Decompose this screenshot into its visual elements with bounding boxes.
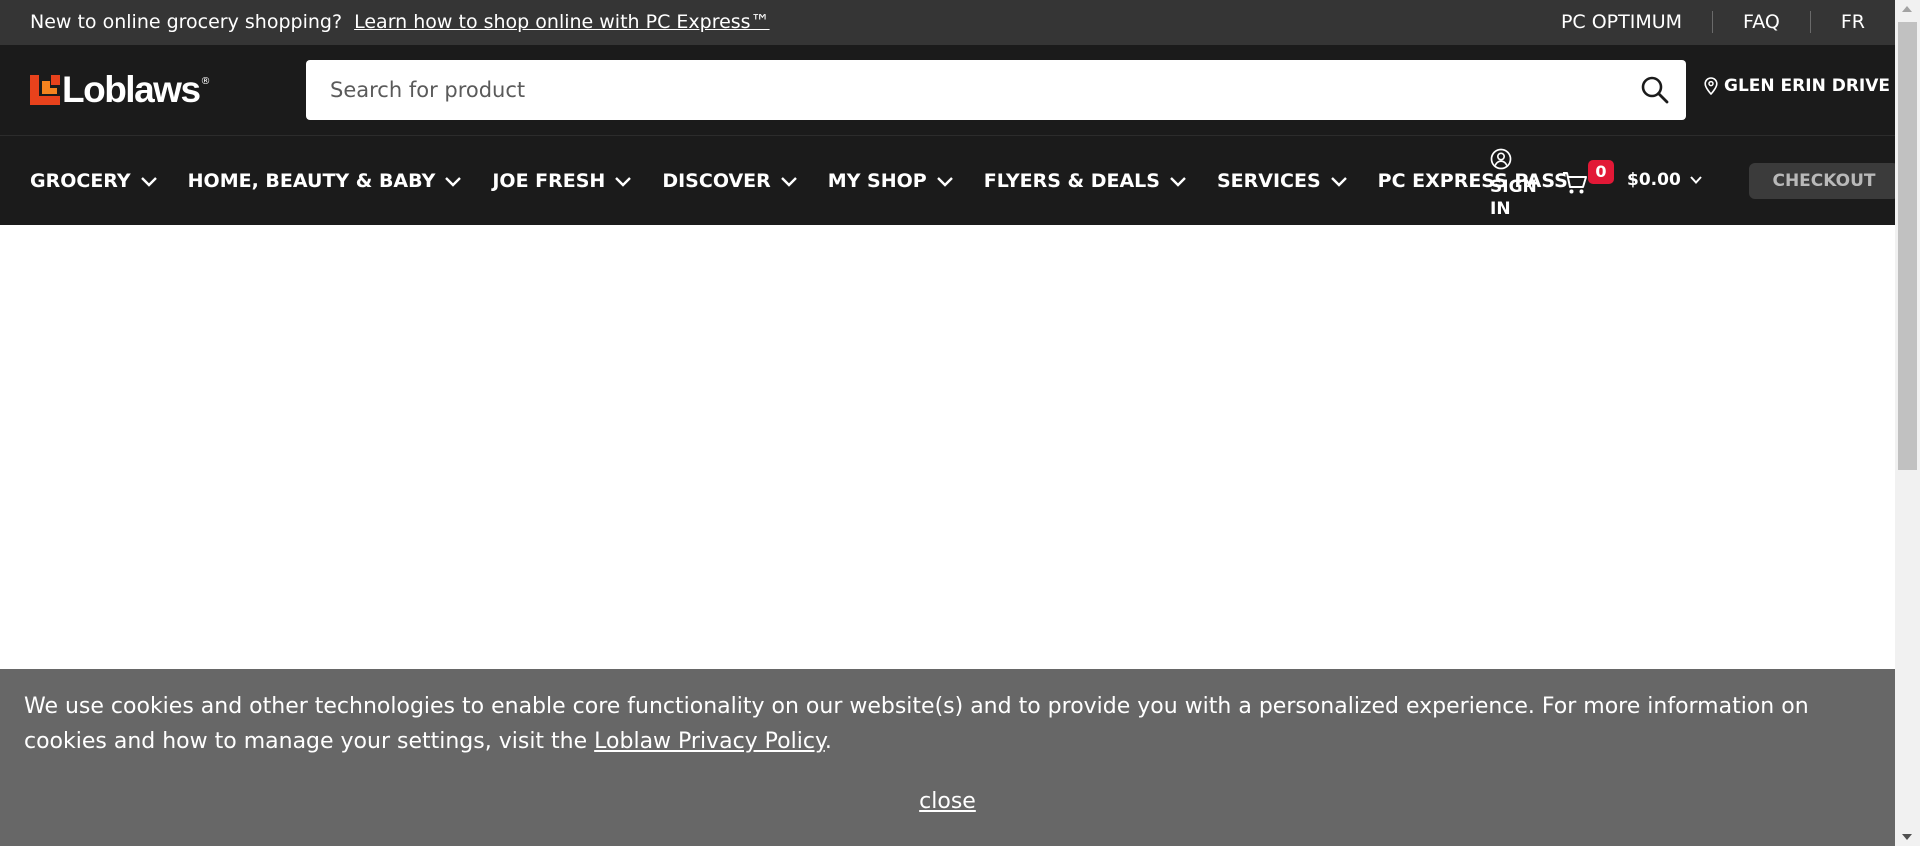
search-bar [306,60,1686,120]
chevron-down-icon [780,176,797,187]
logo-wordmark: Loblaws [62,69,201,110]
nav-item-joe-fresh[interactable]: JOE FRESH [492,170,632,192]
divider [1712,11,1714,33]
divider [1809,11,1811,33]
sign-in-button[interactable]: SIGN IN [1490,148,1540,220]
nav-item-flyers-deals[interactable]: FLYERS & DEALS [984,170,1187,192]
map-pin-icon [1704,77,1718,95]
cookie-message-text: We use cookies and other technologies to… [24,694,1809,754]
chevron-down-icon [1330,176,1347,187]
registered-mark: ® [200,76,211,87]
chevron-down-icon [1170,176,1186,187]
nav-item-label: FLYERS & DEALS [983,169,1160,192]
cart-count-badge: 0 [1588,160,1614,184]
user-circle-icon [1490,148,1512,170]
nav-item-label: DISCOVER [662,169,771,192]
nav-item-discover[interactable]: DISCOVER [662,170,797,192]
loblaws-logo[interactable]: Loblaws ® [30,70,211,110]
chevron-down-icon [445,176,462,187]
cookie-message: We use cookies and other technologies to… [24,689,1874,759]
logo-mark-icon [30,75,60,105]
promo-text: New to online grocery shopping? [30,11,343,33]
chevron-down-icon [936,176,953,187]
cart-button[interactable]: 0 [1562,160,1614,200]
cookie-banner: We use cookies and other technologies to… [0,669,1895,846]
top-announcement-bar: New to online grocery shopping? Learn ho… [0,0,1895,45]
nav-item-services[interactable]: SERVICES [1217,170,1348,192]
checkout-button[interactable]: CHECKOUT [1749,163,1895,199]
promo-message: New to online grocery shopping? Learn ho… [30,11,770,33]
nav-item-home-beauty-baby[interactable]: HOME, BEAUTY & BABY [188,170,463,192]
search-icon[interactable] [1640,75,1670,105]
store-selector[interactable]: GLEN ERIN DRIVE [1704,76,1890,96]
cookie-close-container: close [0,789,1895,814]
cookie-close-link[interactable]: close [919,789,976,814]
faq-link[interactable]: FAQ [1743,11,1780,33]
cart-total-dropdown[interactable]: $0.00 [1627,170,1703,190]
chevron-down-icon [1690,176,1702,184]
scrollbar-thumb[interactable] [1898,22,1917,470]
language-toggle-fr[interactable]: FR [1841,11,1865,33]
search-input[interactable] [306,60,1616,120]
sign-in-label-line1: SIGN [1490,177,1537,197]
nav-item-my-shop[interactable]: MY SHOP [828,170,954,192]
nav-item-label: GROCERY [30,169,131,192]
scroll-up-arrow-icon[interactable] [1902,6,1912,12]
page: New to online grocery shopping? Learn ho… [0,0,1895,846]
chevron-down-icon [615,176,632,187]
sign-in-label-line2: IN [1490,199,1511,219]
nav-menu: GROCERY HOME, BEAUTY & BABY JOE FRESH DI… [30,136,1582,225]
store-name: GLEN ERIN DRIVE [1724,76,1891,96]
nav-item-label: SERVICES [1216,169,1321,192]
privacy-policy-link[interactable]: Loblaw Privacy Policy [594,729,825,754]
nav-item-label: JOE FRESH [492,169,606,192]
scroll-down-arrow-icon[interactable] [1902,834,1912,840]
cart-icon [1563,172,1587,194]
nav-item-grocery[interactable]: GROCERY [30,170,158,192]
chevron-down-icon [140,176,157,187]
vertical-scrollbar[interactable] [1895,0,1920,846]
pc-optimum-link[interactable]: PC OPTIMUM [1561,11,1682,33]
nav-item-label: MY SHOP [827,169,927,192]
main-navigation: GROCERY HOME, BEAUTY & BABY JOE FRESH DI… [0,135,1895,225]
cookie-message-end: . [824,729,832,754]
promo-link[interactable]: Learn how to shop online with PC Express… [354,11,769,33]
utility-links: PC OPTIMUM FAQ FR [1561,11,1865,33]
nav-item-label: HOME, BEAUTY & BABY [187,169,436,192]
cart-total: $0.00 [1627,170,1681,190]
site-header: Loblaws ® GLEN ERIN DRIVE [0,45,1895,135]
